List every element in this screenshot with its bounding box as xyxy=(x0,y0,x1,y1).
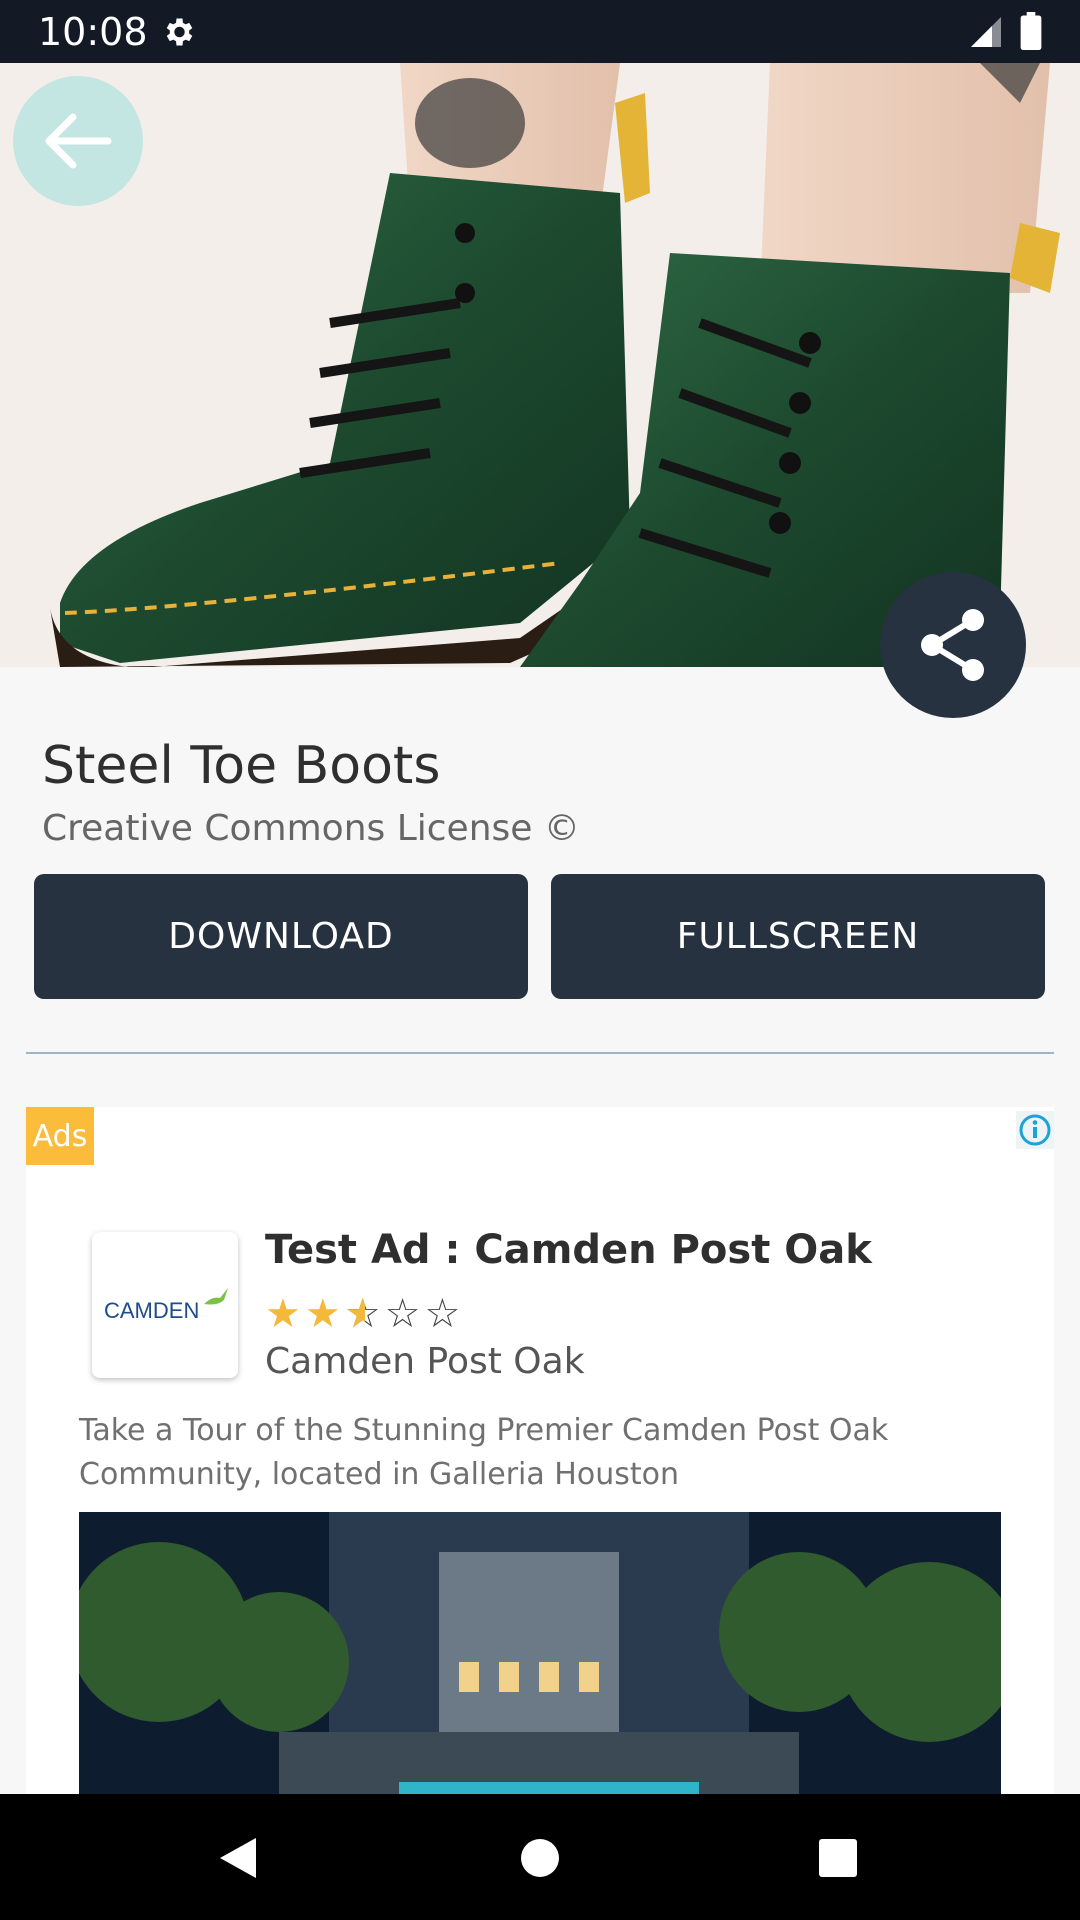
download-button[interactable]: DOWNLOAD xyxy=(34,874,528,999)
cell-signal-icon xyxy=(971,17,1001,47)
page-title: Steel Toe Boots xyxy=(42,736,441,796)
ads-badge: Ads xyxy=(26,1107,94,1165)
star-half-icon: ☆★ xyxy=(344,1291,385,1337)
star-empty-icon: ☆ xyxy=(384,1291,425,1337)
nav-recents-icon[interactable] xyxy=(818,1838,858,1878)
nav-back-icon[interactable] xyxy=(216,1836,258,1880)
system-nav-bar xyxy=(0,1794,1080,1920)
nav-home-icon[interactable] xyxy=(520,1838,560,1878)
license-label: Creative Commons License © xyxy=(42,808,580,849)
ad-title[interactable]: Test Ad : Camden Post Oak xyxy=(265,1227,872,1273)
share-icon xyxy=(921,609,984,681)
ad-card[interactable]: Ads CAMDEN Test Ad : Camden Post Oak ★★☆… xyxy=(26,1107,1054,1807)
star-full-icon: ★ xyxy=(265,1291,305,1337)
status-time: 10:08 xyxy=(38,10,148,54)
info-icon[interactable] xyxy=(1016,1111,1054,1149)
star-empty-icon: ☆ xyxy=(424,1291,465,1337)
battery-icon xyxy=(1020,12,1042,50)
fullscreen-button[interactable]: FULLSCREEN xyxy=(551,874,1045,999)
ad-image[interactable] xyxy=(79,1512,1001,1807)
ad-advertiser: Camden Post Oak xyxy=(265,1341,585,1382)
star-full-icon: ★ xyxy=(304,1291,345,1337)
ad-rating: ★★☆★☆☆ xyxy=(265,1291,464,1337)
share-button[interactable] xyxy=(880,572,1026,718)
gear-icon xyxy=(166,18,193,46)
divider xyxy=(26,1052,1054,1054)
arrow-left-icon xyxy=(45,113,112,169)
logo-text: CAMDEN xyxy=(104,1298,200,1323)
hummingbird-icon xyxy=(204,1288,228,1305)
back-button[interactable] xyxy=(13,76,143,206)
status-bar: 10:08 xyxy=(0,0,1080,63)
advertiser-logo: CAMDEN xyxy=(92,1232,238,1378)
ad-body: Take a Tour of the Stunning Premier Camd… xyxy=(79,1413,889,1492)
